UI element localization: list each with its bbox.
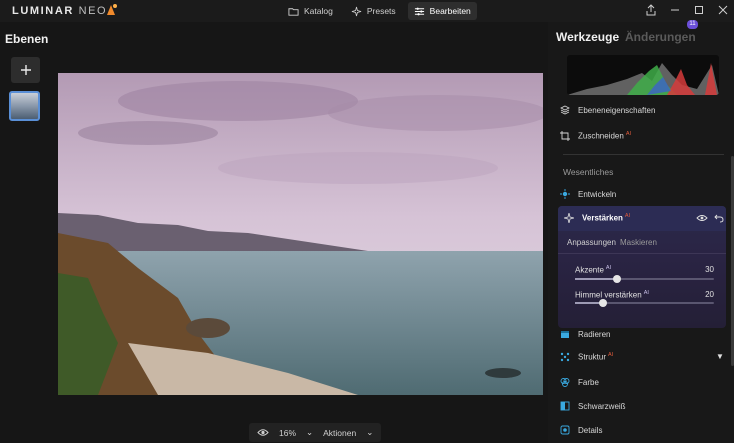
photo-image [58,73,543,395]
ai-badge: AI [625,131,632,138]
details-row[interactable]: Details [560,425,602,435]
black-white-icon [560,401,570,411]
color-row[interactable]: Farbe [560,377,599,387]
slider-label-accent: Akzente AI [575,265,612,275]
share-icon[interactable] [645,4,657,16]
row-label: Entwickeln [578,189,617,199]
details-icon [560,425,570,435]
layer-properties-row[interactable]: Ebeneneigenschaften [560,105,655,115]
tab-bearbeiten[interactable]: Bearbeiten [407,2,477,20]
layers-title: Ebenen [5,32,49,46]
row-label: Zuschneiden [578,131,624,141]
divider [558,253,726,254]
row-label: Farbe [578,377,599,387]
ai-badge: AI [608,352,614,359]
row-label: Struktur [578,352,607,362]
chevron-down-icon: ⌄ [306,427,314,437]
zoom-level[interactable]: 16% [279,428,296,438]
bottom-toolbar: 16% ⌄ Aktionen ⌄ [249,423,382,442]
tab-werkzeuge[interactable]: Werkzeuge [556,30,619,44]
tab-label: Katalog [304,6,333,16]
slider-value-accent[interactable]: 30 [690,265,714,274]
tab-label: Bearbeiten [429,6,471,16]
subtab-mask[interactable]: Maskieren [620,238,657,247]
slider-knob[interactable] [613,275,621,283]
minimize-icon[interactable] [669,4,681,16]
close-icon[interactable] [717,4,729,16]
visibility-eye-icon[interactable] [696,214,708,222]
add-layer-button[interactable] [11,57,40,83]
slider-label-sky: Himmel verstärken AI [575,290,649,300]
develop-row[interactable]: Entwickeln [560,189,616,199]
chevron-down-icon: ⌄ [366,427,374,437]
sparkle-icon [351,6,362,16]
folder-icon [288,7,299,16]
changes-badge: 11 [687,20,698,29]
section-essentials: Wesentliches [563,167,614,177]
structure-row[interactable]: Struktur AI [560,352,613,362]
slider-sky-enhancer[interactable] [575,299,714,307]
row-label: Details [578,425,603,435]
row-label: Schwarzweiß [578,401,626,411]
tab-label: Presets [366,6,396,16]
layers-icon [560,105,570,115]
row-label: Radieren [578,329,611,339]
color-circles-icon [560,378,570,387]
actions-menu[interactable]: Aktionen [323,428,356,438]
layers-panel [0,22,50,443]
tab-katalog[interactable]: Katalog [282,2,339,20]
histogram [567,55,719,95]
tab-aenderungen[interactable]: Änderungen [625,30,696,44]
logo-mark-icon [107,4,117,15]
maximize-icon[interactable] [693,4,705,16]
subtab-adjustments[interactable]: Anpassungen [567,238,616,247]
bw-row[interactable]: Schwarzweiß [560,401,626,411]
sun-icon [560,189,570,199]
slider-value-sky[interactable]: 20 [690,290,714,299]
tab-presets[interactable]: Presets [345,2,402,20]
divider [563,154,724,155]
slider-accent[interactable] [575,275,714,283]
reset-icon[interactable] [714,213,724,223]
row-label: Ebeneneigenschaften [578,105,656,115]
enhance-row[interactable]: Verstärken AI [564,213,630,223]
sliders-icon [414,7,424,15]
photo-canvas[interactable] [58,73,543,395]
slider-fill [575,278,617,280]
row-label: Verstärken [582,213,623,223]
crop-row[interactable]: Zuschneiden AI [560,131,631,141]
structure-icon [560,352,570,362]
app-logo: LUMINAR NEO [12,5,108,17]
ai-badge: AI [624,213,631,220]
sparkle-icon [564,213,574,223]
slider-knob[interactable] [599,299,607,307]
mode-tabs: Katalog Presets Bearbeiten [282,2,477,20]
dropdown-arrow-icon[interactable]: ▼ [716,352,724,361]
erase-row[interactable]: Radieren [560,329,610,339]
plus-icon [20,65,31,75]
top-bar: LUMINAR NEO Katalog Presets Bearbeiten [0,0,734,22]
eraser-icon [561,331,569,338]
crop-icon [560,131,570,141]
eye-icon[interactable] [257,428,269,437]
layer-thumbnail[interactable] [9,91,40,121]
